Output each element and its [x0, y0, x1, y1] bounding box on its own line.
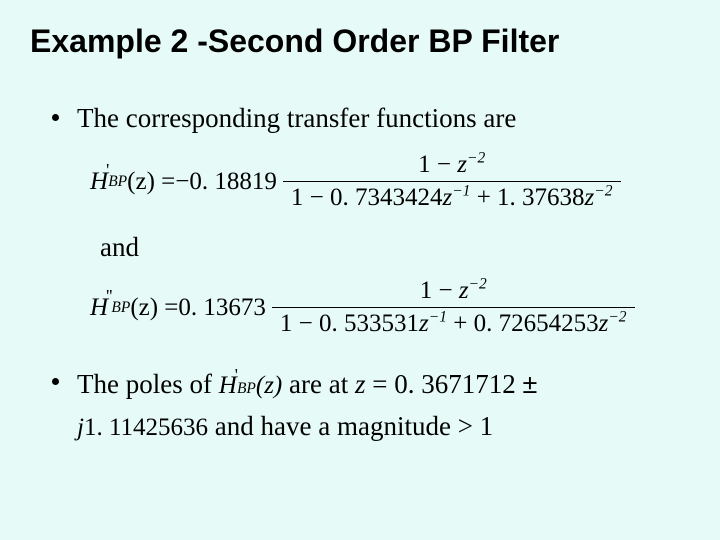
eq2-den-exp1: −1 — [429, 309, 447, 326]
eq1-den-a: 1 − 0. 7343424 — [291, 184, 443, 211]
eq1-denominator: 1 − 0. 7343424z−1 + 1. 37638z−2 — [283, 181, 621, 214]
eq2-prime: '' — [106, 286, 112, 307]
b2-eq: = — [372, 369, 394, 399]
eq2-denominator: 1 − 0. 533531z−1 + 0. 72654253z−2 — [272, 307, 635, 340]
slide: Example 2 -Second Order BP Filter The co… — [0, 0, 720, 540]
eq2-fraction: 1 − z−2 1 − 0. 533531z−1 + 0. 72654253z−… — [272, 277, 635, 340]
inline-prime: ' — [235, 362, 238, 389]
eq2-den-z1: z — [419, 310, 429, 337]
b2-j: j — [77, 414, 84, 441]
bullet-item: The poles of H'BP(z) are at z = 0. 36717… — [52, 364, 680, 448]
eq1-den-z1: z — [442, 184, 452, 211]
eq1-num-a: 1 − — [418, 151, 457, 178]
eq1-lhs: H ' BP (z) = −0. 18819 — [90, 168, 277, 196]
eq1-den-exp1: −1 — [452, 183, 470, 200]
eq1-prime: ' — [106, 160, 109, 181]
eq2-den-exp2: −2 — [608, 309, 626, 326]
eq1-num-z: z — [457, 151, 467, 178]
and-text: and — [100, 232, 690, 263]
bullet-text-2: The poles of H'BP(z) are at z = 0. 36717… — [77, 364, 680, 448]
equation-1: H ' BP (z) = −0. 18819 1 − z−2 1 − 0. 73… — [90, 151, 690, 214]
eq2-lhs: H '' BP (z) = 0. 13673 — [90, 294, 266, 322]
bullet-text: The corresponding transfer functions are — [77, 100, 680, 136]
eq2-coef: 0. 13673 — [178, 294, 266, 322]
b2-pre: The poles of — [77, 369, 219, 399]
eq2-num-a: 1 − — [420, 277, 459, 304]
inline-arg: (z) — [256, 367, 282, 406]
eq1-fraction: 1 − z−2 1 − 0. 7343424z−1 + 1. 37638z−2 — [283, 151, 621, 214]
bullet-dot-icon — [52, 378, 59, 385]
eq2-den-z2: z — [599, 310, 609, 337]
eq2-num-exp: −2 — [469, 276, 487, 293]
eq1-den-exp2: −2 — [594, 183, 612, 200]
eq2-numerator: 1 − z−2 — [412, 277, 495, 307]
eq1-num-exp: −2 — [467, 150, 485, 167]
eq2-den-c: + 0. 72654253 — [447, 310, 599, 337]
eq2-den-a: 1 − 0. 533531 — [280, 310, 419, 337]
eq2-num-z: z — [459, 277, 469, 304]
inline-function: H'BP(z) — [219, 367, 283, 406]
eq1-den-z2: z — [585, 184, 595, 211]
eq1-den-c: + 1. 37638 — [470, 184, 584, 211]
eq2-arg: (z) = — [130, 294, 178, 322]
eq1-coef: −0. 18819 — [175, 168, 277, 196]
b2-tail: and have a magnitude > 1 — [208, 411, 493, 441]
eq1-numerator: 1 − z−2 — [410, 151, 493, 181]
b2-var-z: z — [355, 369, 366, 399]
b2-val: 0. 3671712 — [394, 369, 522, 399]
b2-jval: 1. 11425636 — [84, 414, 208, 441]
bullet-dot-icon — [52, 114, 59, 121]
bullet-item: The corresponding transfer functions are — [52, 100, 680, 136]
eq1-arg: (z) = — [127, 168, 175, 196]
slide-title: Example 2 -Second Order BP Filter — [30, 22, 690, 60]
b2-mid: are at — [289, 369, 355, 399]
plus-minus-icon: ± — [522, 369, 537, 399]
equation-2: H '' BP (z) = 0. 13673 1 − z−2 1 − 0. 53… — [90, 277, 690, 340]
